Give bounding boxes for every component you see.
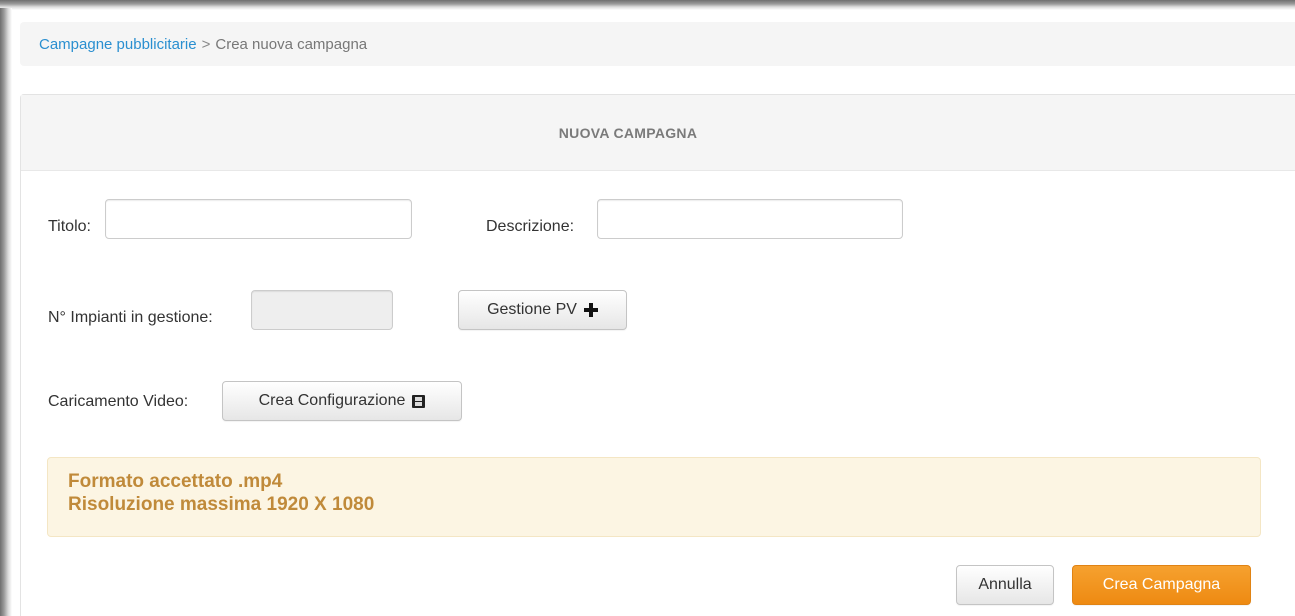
crea-configurazione-button[interactable]: Crea Configurazione bbox=[222, 381, 462, 421]
plus-icon bbox=[583, 303, 598, 317]
breadcrumb-separator: > bbox=[201, 35, 211, 53]
format-info-alert: Formato accettato .mp4 Risoluzione massi… bbox=[47, 457, 1261, 537]
titolo-input[interactable] bbox=[105, 199, 412, 239]
impianti-input bbox=[251, 290, 393, 330]
film-icon bbox=[412, 394, 426, 408]
window: Campagne pubblicitarie > Crea nuova camp… bbox=[0, 0, 1295, 616]
window-left-shadow bbox=[0, 8, 12, 616]
breadcrumb-current: Crea nuova campagna bbox=[215, 35, 368, 53]
impianti-label: N° Impianti in gestione: bbox=[48, 309, 213, 326]
titolo-label: Titolo: bbox=[48, 218, 91, 235]
window-top-shadow bbox=[0, 0, 1295, 10]
breadcrumb-link-campagne[interactable]: Campagne pubblicitarie bbox=[39, 36, 197, 53]
gestione-pv-label: Gestione PV bbox=[487, 301, 577, 318]
crea-configurazione-label: Crea Configurazione bbox=[258, 392, 406, 409]
panel-title: NUOVA CAMPAGNA bbox=[21, 95, 1295, 171]
breadcrumb: Campagne pubblicitarie > Crea nuova camp… bbox=[20, 22, 1295, 66]
gestione-pv-button[interactable]: Gestione PV bbox=[458, 290, 627, 330]
alert-resolution-line: Risoluzione massima 1920 X 1080 bbox=[68, 494, 375, 515]
new-campaign-panel: NUOVA CAMPAGNA bbox=[20, 94, 1295, 616]
alert-format-line: Formato accettato .mp4 bbox=[68, 471, 283, 492]
cancel-button[interactable]: Annulla bbox=[956, 565, 1054, 605]
descrizione-input[interactable] bbox=[597, 199, 903, 239]
descrizione-label: Descrizione: bbox=[486, 218, 575, 235]
create-campaign-button[interactable]: Crea Campagna bbox=[1072, 565, 1251, 605]
caricamento-video-label: Caricamento Video: bbox=[48, 393, 189, 410]
